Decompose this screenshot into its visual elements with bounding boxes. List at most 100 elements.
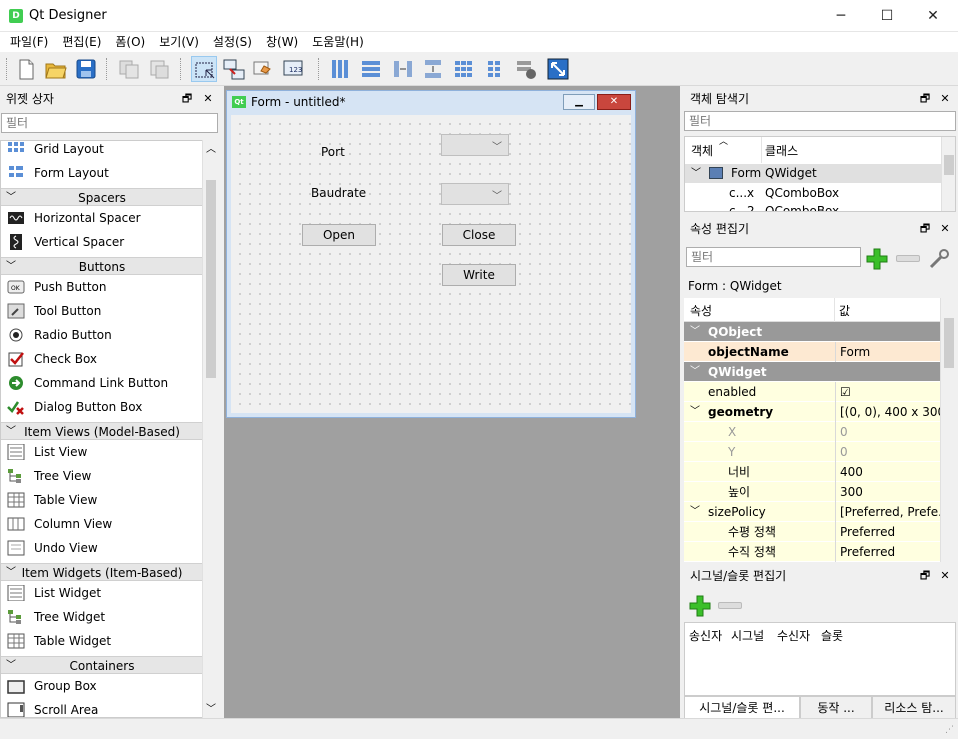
add-dynamic-property-icon[interactable] bbox=[864, 246, 890, 272]
configure-wrench-icon[interactable] bbox=[927, 247, 951, 271]
property-value[interactable]: Form bbox=[835, 342, 940, 362]
col-object-header[interactable]: 객체 bbox=[691, 142, 713, 159]
property-group-header[interactable]: ﹀ QWidget bbox=[684, 362, 940, 382]
widget-box-item[interactable]: Tree View bbox=[1, 464, 203, 488]
open-folder-icon[interactable] bbox=[43, 56, 69, 82]
resize-grip-icon[interactable]: ⋰ bbox=[945, 725, 954, 735]
widget-box-item[interactable]: Check Box bbox=[1, 347, 203, 371]
paste-icon[interactable] bbox=[146, 56, 172, 82]
property-value[interactable]: 300 bbox=[835, 482, 940, 502]
object-tree-scrollbar[interactable] bbox=[941, 137, 955, 211]
remove-dynamic-property-icon[interactable] bbox=[896, 255, 920, 262]
widget-category-header[interactable]: ﹀ Item Views (Model-Based) bbox=[1, 422, 203, 440]
close-panel-icon[interactable]: ✕ bbox=[938, 92, 952, 106]
property-value[interactable]: Preferred bbox=[835, 522, 940, 542]
property-value[interactable]: ☑ bbox=[835, 382, 940, 402]
col-class-header[interactable]: 클래스 bbox=[765, 142, 798, 159]
float-panel-icon[interactable]: 🗗 bbox=[918, 92, 932, 106]
close-window-button[interactable]: ✕ bbox=[910, 0, 956, 32]
scrollbar-thumb[interactable] bbox=[944, 155, 954, 175]
object-filter-input[interactable]: 필터 bbox=[684, 111, 956, 131]
property-row[interactable]: objectName Form bbox=[684, 342, 940, 362]
tab-signal-slot-editor[interactable]: 시그널/슬롯 편... bbox=[684, 696, 800, 718]
open-button[interactable]: Open bbox=[302, 224, 376, 246]
property-value[interactable]: 0 bbox=[835, 442, 940, 462]
menu-settings[interactable]: 설정(S) bbox=[206, 32, 259, 52]
widget-box-item[interactable]: Table View bbox=[1, 488, 203, 512]
widget-box-item[interactable]: Group Box bbox=[1, 674, 203, 698]
col-property-header[interactable]: 속성 bbox=[690, 302, 712, 319]
property-value[interactable]: 400 bbox=[835, 462, 940, 482]
col-receiver-header[interactable]: 수신자 bbox=[777, 627, 810, 644]
menu-form[interactable]: 폼(O) bbox=[108, 32, 152, 52]
widget-box-item[interactable]: Vertical Spacer bbox=[1, 230, 203, 254]
property-value[interactable]: 0 bbox=[835, 422, 940, 442]
property-row[interactable]: 수직 정책 Preferred bbox=[684, 542, 940, 562]
property-row[interactable]: enabled ☑ bbox=[684, 382, 940, 402]
widget-box-item[interactable]: Undo View bbox=[1, 536, 203, 560]
scrollbar-thumb[interactable] bbox=[206, 180, 216, 378]
menu-edit[interactable]: 편집(E) bbox=[55, 32, 108, 52]
save-icon[interactable] bbox=[73, 56, 99, 82]
scrollbar-thumb[interactable] bbox=[944, 318, 954, 368]
widget-category-header[interactable]: ﹀ Item Widgets (Item-Based) bbox=[1, 563, 203, 581]
edit-signals-slots-icon[interactable] bbox=[221, 56, 247, 82]
widget-box-filter-input[interactable]: 필터 bbox=[1, 113, 218, 133]
widget-box-item[interactable]: Command Link Button bbox=[1, 371, 203, 395]
layout-vertical-splitter-icon[interactable] bbox=[420, 56, 446, 82]
widget-box-item[interactable]: Grid Layout bbox=[1, 141, 203, 161]
widget-box-item[interactable]: List Widget bbox=[1, 581, 203, 605]
widget-box-item[interactable]: Tool Button bbox=[1, 299, 203, 323]
widget-box-item[interactable]: Radio Button bbox=[1, 323, 203, 347]
property-value[interactable]: Preferred bbox=[835, 542, 940, 562]
widget-box-scrollbar[interactable]: ︿ ﹀ bbox=[202, 140, 218, 718]
tab-action-editor[interactable]: 동작 ... bbox=[800, 696, 872, 718]
col-slot-header[interactable]: 슬롯 bbox=[821, 627, 843, 644]
property-row[interactable]: Y0 bbox=[684, 442, 940, 462]
menu-file[interactable]: 파일(F) bbox=[0, 32, 55, 52]
close-button[interactable]: Close bbox=[442, 224, 516, 246]
port-combobox[interactable]: ﹀ bbox=[441, 134, 509, 156]
widget-box-item[interactable]: Scroll Area bbox=[1, 698, 203, 717]
edit-buddies-icon[interactable] bbox=[251, 56, 277, 82]
close-panel-icon[interactable]: ✕ bbox=[938, 222, 952, 236]
copy-icon[interactable] bbox=[116, 56, 142, 82]
scroll-up-icon[interactable]: ︿ bbox=[206, 140, 216, 155]
form-canvas[interactable]: Port ﹀ Baudrate ﹀ Open Close Write bbox=[231, 115, 631, 413]
layout-horizontal-splitter-icon[interactable] bbox=[390, 56, 416, 82]
layout-horizontally-icon[interactable] bbox=[327, 56, 353, 82]
new-file-icon[interactable] bbox=[13, 56, 39, 82]
property-row[interactable]: ﹀ geometry [(0, 0), 400 x 300] bbox=[684, 402, 940, 422]
tree-row-form[interactable]: ﹀ Form QWidget bbox=[685, 164, 941, 183]
close-panel-icon[interactable]: ✕ bbox=[201, 92, 215, 106]
menu-view[interactable]: 보기(V) bbox=[152, 32, 206, 52]
property-row[interactable]: X0 bbox=[684, 422, 940, 442]
widget-category-header[interactable]: ﹀ Buttons bbox=[1, 257, 203, 275]
col-value-header[interactable]: 값 bbox=[839, 302, 850, 319]
widget-category-header[interactable]: ﹀ Containers bbox=[1, 656, 203, 674]
property-row[interactable]: 높이 300 bbox=[684, 482, 940, 502]
expand-chevron-icon[interactable]: ﹀ bbox=[691, 164, 701, 183]
widget-box-item[interactable]: OK Push Button bbox=[1, 275, 203, 299]
menu-window[interactable]: 창(W) bbox=[259, 32, 305, 52]
widget-box-item[interactable]: List View bbox=[1, 440, 203, 464]
col-sender-header[interactable]: 송신자 bbox=[689, 627, 722, 644]
minimize-button[interactable]: ─ bbox=[818, 0, 864, 32]
widget-box-item[interactable]: Tree Widget bbox=[1, 605, 203, 629]
col-signal-header[interactable]: 시그널 bbox=[731, 627, 764, 644]
close-panel-icon[interactable]: ✕ bbox=[938, 569, 952, 583]
property-filter-input[interactable]: 필터 bbox=[686, 247, 861, 267]
remove-connection-icon[interactable] bbox=[718, 602, 742, 609]
layout-vertically-icon[interactable] bbox=[358, 56, 384, 82]
break-layout-icon[interactable] bbox=[513, 56, 539, 82]
property-row[interactable]: 너비 400 bbox=[684, 462, 940, 482]
widget-category-header[interactable]: ﹀ Spacers bbox=[1, 188, 203, 206]
float-panel-icon[interactable]: 🗗 bbox=[918, 222, 932, 236]
property-row[interactable]: ﹀ sizePolicy [Preferred, Prefe... bbox=[684, 502, 940, 522]
property-row[interactable]: 수평 정책 Preferred bbox=[684, 522, 940, 542]
baudrate-combobox[interactable]: ﹀ bbox=[441, 183, 509, 205]
widget-box-item[interactable]: Horizontal Spacer bbox=[1, 206, 203, 230]
widget-box-item[interactable]: Form Layout bbox=[1, 161, 203, 185]
float-panel-icon[interactable]: 🗗 bbox=[180, 92, 194, 106]
property-scrollbar[interactable] bbox=[940, 298, 956, 562]
